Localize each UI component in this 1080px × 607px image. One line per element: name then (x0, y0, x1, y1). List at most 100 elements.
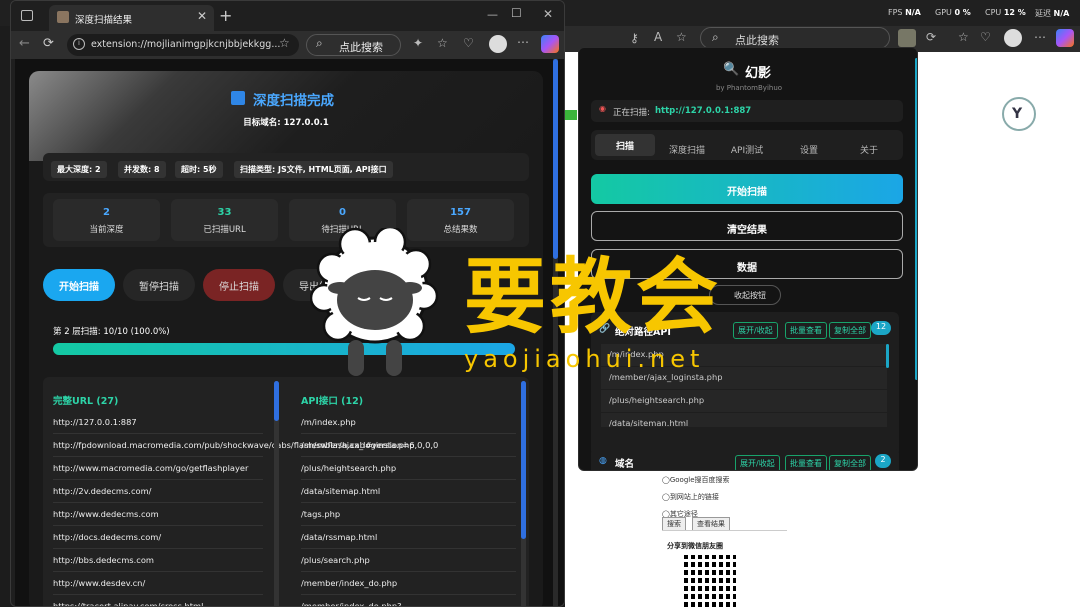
favorites-icon[interactable]: ☆ (437, 36, 448, 50)
bookmark-star-icon[interactable]: ☆ (279, 36, 290, 50)
maximize-icon[interactable]: ☐ (511, 6, 522, 20)
tab-settings[interactable]: 设置 (779, 139, 839, 160)
tab-actions-icon[interactable] (21, 10, 33, 21)
copilot-icon[interactable] (541, 35, 559, 53)
start-scan-button[interactable]: 开始扫描 (43, 269, 115, 301)
list-item[interactable]: /data/sitemap.html (301, 480, 516, 503)
popup-scrollbar[interactable] (915, 58, 917, 380)
list-item[interactable]: /data/rssmap.html (301, 526, 516, 549)
active-tab[interactable]: 深度扫描结果 (49, 5, 214, 31)
watermark-text: 要教会 (464, 249, 723, 345)
profile-avatar[interactable] (489, 35, 507, 53)
stat-current-depth: 2 当前深度 (53, 199, 160, 241)
list-item[interactable]: http://www.dedecms.com (53, 503, 263, 526)
section2-batch-view-button[interactable]: 批量查看 (785, 455, 827, 470)
target-icon: ◉ (599, 104, 606, 113)
section2-expand-button[interactable]: 展开/收起 (735, 455, 780, 470)
site-info-icon[interactable]: i (73, 38, 85, 50)
more-menu-icon[interactable]: ⋯ (517, 35, 529, 49)
cpu-indicator: CPU 12 % (985, 8, 1026, 17)
favorites-icon[interactable]: ☆ (958, 30, 969, 44)
stat-scanned-urls: 33 已扫描URL (171, 199, 278, 241)
tab-close-icon[interactable]: ✕ (197, 9, 207, 23)
section2-count-badge: 2 (875, 454, 891, 468)
page-radio-group: ◯Google搜百度搜索 ◯到网站上的链接 ◯其它途径 (662, 472, 730, 523)
list-item[interactable]: /member/index_do.php (301, 572, 516, 595)
more-menu-icon[interactable]: ⋯ (1034, 30, 1046, 44)
list-item[interactable]: https://tracert.alipay.com/cross.html (53, 595, 263, 606)
latency-indicator: 延迟 N/A (1035, 9, 1070, 18)
api-list-title: API接口 (12) (301, 396, 364, 407)
list-item[interactable]: /plus/search.php (301, 549, 516, 572)
config-pill-scan-types: 扫描类型: JS文件, HTML页面, API接口 (234, 161, 393, 178)
scanning-url: http://127.0.0.1:887 (655, 106, 752, 116)
tab-about[interactable]: 关于 (839, 139, 899, 160)
search-icon: ⌕ (712, 30, 719, 44)
tab-deep-scan[interactable]: 深度扫描 (657, 139, 717, 160)
back-icon[interactable]: ← (19, 36, 30, 51)
section1-expand-button[interactable]: 展开/收起 (733, 322, 778, 339)
profile-avatar[interactable] (1004, 29, 1022, 47)
section2-copy-all-button[interactable]: 复制全部 (829, 455, 871, 470)
page-green-bar (565, 110, 577, 120)
section1-row[interactable]: /data/siteman.html (601, 413, 887, 427)
background-search-box[interactable]: 点此搜索 (700, 27, 890, 49)
extension-phantom-icon[interactable] (898, 29, 916, 47)
scan-title: 深度扫描完成 (253, 93, 334, 109)
stop-scan-button[interactable]: 停止扫描 (203, 269, 275, 301)
section1-copy-all-button[interactable]: 复制全部 (829, 322, 871, 339)
list-item[interactable]: /plus/heightsearch.php (301, 457, 516, 480)
address-bar[interactable]: extension://mojlianimgpjkcnjbbjekkgg... (67, 34, 299, 56)
progress-fill (53, 343, 515, 355)
read-aloud-icon[interactable]: A (654, 30, 662, 44)
favorite-star-icon[interactable]: ☆ (676, 30, 687, 44)
page-view-results-button[interactable]: 查看结果 (692, 517, 730, 531)
popup-start-scan-button[interactable]: 开始扫描 (591, 174, 903, 204)
list-item[interactable]: /m/index.php (301, 411, 516, 434)
section1-row[interactable]: /plus/heightsearch.php (601, 390, 887, 412)
progress-label: 第 2 层扫描: 10/10 (100.0%) (53, 327, 170, 337)
pause-scan-button[interactable]: 暂停扫描 (123, 269, 195, 301)
page-search-button[interactable]: 搜索 (662, 517, 686, 531)
api-list-scrollbar[interactable] (521, 381, 526, 539)
globe-icon: ◍ (599, 456, 607, 466)
section1-scrollbar[interactable] (886, 344, 889, 368)
list-item[interactable]: http://127.0.0.1:887 (53, 411, 263, 434)
key-icon[interactable]: ⚷ (630, 31, 639, 45)
list-item[interactable]: /member/ajax_loginsta.php (301, 434, 516, 457)
new-tab-icon[interactable]: + (219, 6, 232, 25)
list-item[interactable]: http://fpdownload.macromedia.com/pub/sho… (53, 434, 438, 457)
copilot-icon[interactable] (1056, 29, 1074, 47)
heart-icon[interactable]: ♡ (463, 36, 474, 50)
tab-api-test[interactable]: API测试 (717, 139, 777, 160)
tab-scan[interactable]: 扫描 (595, 134, 655, 156)
popup-title: 幻影 (745, 66, 772, 81)
section1-batch-view-button[interactable]: 批量查看 (785, 322, 827, 339)
refresh-icon[interactable]: ⟳ (43, 36, 54, 51)
url-list: http://127.0.0.1:887 http://fpdownload.ma… (53, 411, 438, 606)
api-list: /m/index.php/member/ajax_loginsta.php/pl… (301, 411, 516, 606)
page-radio-option[interactable]: ◯Google搜百度搜索 (662, 472, 730, 489)
qr-code-pattern (684, 555, 736, 607)
page-radio-option[interactable]: ◯到网站上的链接 (662, 489, 730, 506)
list-item[interactable]: http://bbs.dedecms.com (53, 549, 263, 572)
refresh-icon[interactable]: ⟳ (926, 30, 936, 44)
page-scrollbar[interactable] (553, 59, 558, 259)
section2-title: 域名 (615, 459, 635, 470)
fps-indicator: FPS N/A (888, 8, 921, 17)
search-icon: ⌕ (316, 36, 323, 50)
heart-icon[interactable]: ♡ (980, 30, 991, 44)
share-title: 分享到微信朋友圈 (667, 542, 723, 550)
magnifier-icon: 🔍 (723, 62, 740, 77)
extensions-icon[interactable]: ✦ (413, 36, 423, 50)
window-close-icon[interactable]: ✕ (543, 7, 553, 21)
list-item[interactable]: http://2v.dedecms.com/ (53, 480, 263, 503)
minimize-icon[interactable]: — (487, 8, 498, 21)
list-item[interactable]: /member/index_do.php?fmdo=user&dopost=re… (301, 595, 516, 606)
target-domain: 目标域名: 127.0.0.1 (243, 118, 329, 128)
list-item[interactable]: http://www.desdev.cn/ (53, 572, 263, 595)
list-item[interactable]: /tags.php (301, 503, 516, 526)
list-item[interactable]: http://docs.dedecms.com/ (53, 526, 263, 549)
url-list-scrollbar[interactable] (274, 381, 279, 421)
list-item[interactable]: http://www.macromedia.com/go/getflashpla… (53, 457, 263, 480)
